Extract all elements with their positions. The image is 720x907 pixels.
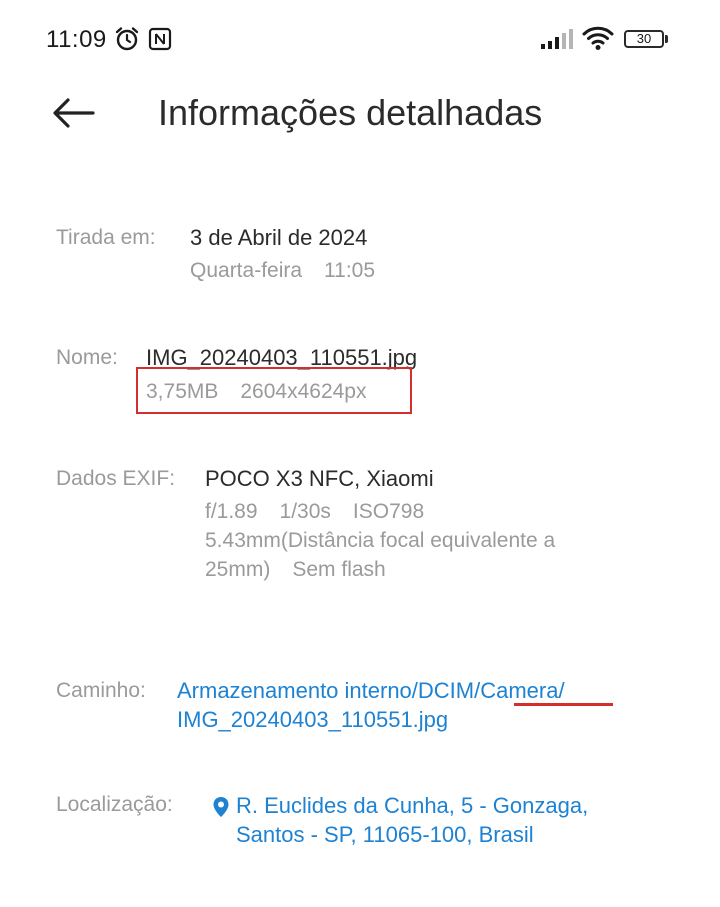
exif-focal-line2: 25mm) Sem flash — [205, 558, 386, 582]
exif-shutter: 1/30s — [279, 500, 331, 523]
path-link-line2[interactable]: IMG_20240403_110551.jpg — [177, 707, 448, 733]
path-link-line1[interactable]: Armazenamento interno/DCIM/Camera/ — [177, 678, 565, 704]
status-time: 11:09 — [46, 26, 107, 53]
annotation-underline — [514, 703, 613, 706]
arrow-left-icon — [53, 98, 95, 128]
location-pin-icon — [212, 796, 230, 823]
battery-icon: 30 — [624, 30, 664, 48]
exif-focal-line1: 5.43mm(Distância focal equivalente a — [205, 529, 556, 552]
location-link-line1[interactable]: R. Euclides da Cunha, 5 - Gonzaga, — [236, 793, 588, 819]
exif-focal-equivalent: 25mm) — [205, 558, 271, 581]
path-label: Caminho: — [56, 679, 146, 702]
exif-camera-settings: f/1.89 1/30s ISO798 — [205, 500, 424, 524]
location-link-line2[interactable]: Santos - SP, 11065-100, Brasil — [236, 822, 534, 848]
name-label: Nome: — [56, 346, 118, 369]
exif-label: Dados EXIF: — [56, 467, 176, 490]
page-title: Informações detalhadas — [158, 92, 543, 133]
taken-datetime-line: Quarta-feira 11:05 — [190, 259, 375, 283]
annotation-highlight-box — [136, 367, 412, 414]
taken-time: 11:05 — [324, 259, 376, 282]
exif-flash: Sem flash — [292, 558, 386, 581]
location-label: Localização: — [56, 793, 173, 816]
taken-label: Tirada em: — [56, 226, 156, 249]
exif-iso: ISO798 — [352, 500, 425, 523]
taken-weekday: Quarta-feira — [190, 259, 303, 282]
back-button[interactable] — [50, 94, 98, 134]
exif-aperture: f/1.89 — [205, 500, 258, 523]
nfc-icon — [148, 27, 172, 56]
signal-icon — [540, 28, 574, 55]
status-bar: 11:09 30 — [0, 0, 720, 80]
alarm-icon — [114, 26, 140, 57]
taken-date: 3 de Abril de 2024 — [190, 225, 368, 250]
exif-device: POCO X3 NFC, Xiaomi — [205, 466, 434, 491]
battery-tip — [665, 35, 668, 43]
wifi-icon — [582, 25, 614, 56]
